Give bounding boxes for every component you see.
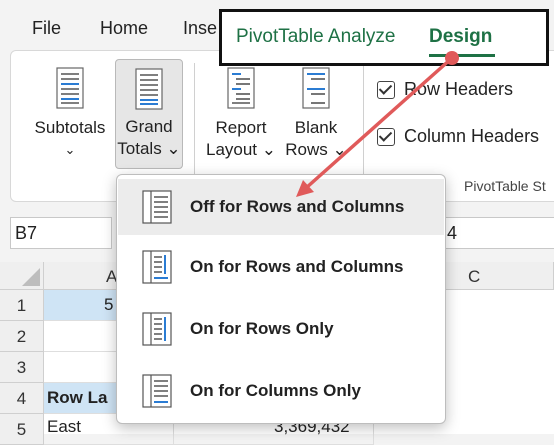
arrow-origin-dot-icon bbox=[445, 51, 459, 65]
annotation-arrow bbox=[296, 51, 459, 197]
